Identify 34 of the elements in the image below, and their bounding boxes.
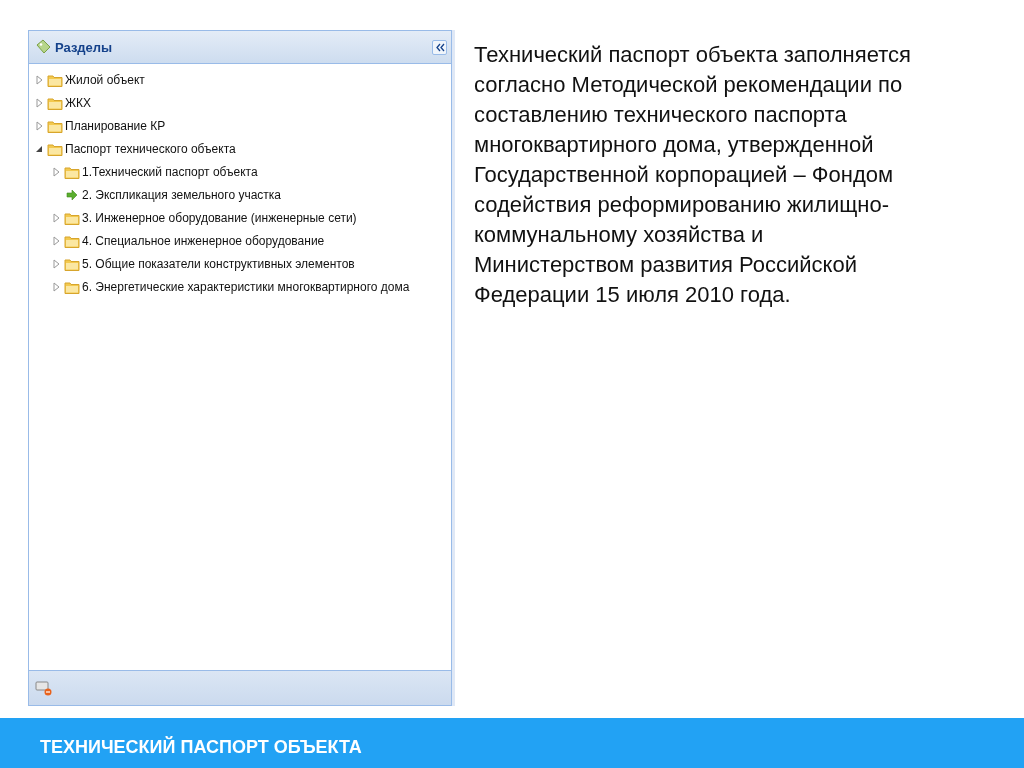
expand-toggle-icon[interactable] bbox=[33, 96, 45, 109]
tree-item[interactable]: Планирование КР bbox=[65, 118, 166, 133]
tree-item[interactable]: ЖКХ bbox=[65, 95, 92, 110]
arrow-icon bbox=[64, 187, 80, 202]
expand-toggle-icon[interactable] bbox=[50, 234, 62, 247]
expand-toggle-icon[interactable] bbox=[50, 280, 62, 293]
description-paragraph: Технический паспорт объекта заполняется согласно Методической рекомендации по составлению технического паспорта многоквартирного дома, утвержденной Государственной корпорацией – Фондом содействия реформированию жилищно-коммунальному хозяйства и Министерством развития Российской Федерации 15 июля 2010 года. bbox=[474, 41, 912, 309]
tree-item[interactable]: 4. Специальное инженерное оборудование bbox=[82, 233, 325, 248]
tree-item[interactable]: Жилой объект bbox=[65, 72, 145, 87]
folder-icon bbox=[64, 210, 80, 225]
monitor-remove-icon[interactable] bbox=[35, 680, 53, 696]
folder-icon bbox=[64, 256, 80, 271]
folder-icon bbox=[64, 279, 80, 294]
tree-item[interactable]: 5. Общие показатели конструктивных элементов bbox=[82, 256, 355, 271]
folder-icon bbox=[47, 141, 63, 156]
expand-toggle-icon[interactable] bbox=[33, 119, 45, 132]
expand-toggle-icon[interactable] bbox=[33, 73, 45, 86]
tag-icon bbox=[35, 39, 51, 55]
slide-title: ТЕХНИЧЕСКИЙ ПАСПОРТ ОБЪЕКТА bbox=[40, 736, 362, 758]
tree-item[interactable]: Паспорт технического объекта bbox=[65, 141, 236, 156]
expand-toggle-icon[interactable] bbox=[50, 165, 62, 178]
folder-icon bbox=[64, 164, 80, 179]
tree-item[interactable]: 1.Технический паспорт объекта bbox=[82, 164, 258, 179]
tree-item[interactable]: 2. Экспликация земельного участка bbox=[82, 187, 281, 202]
collapse-button[interactable] bbox=[432, 39, 447, 55]
expand-toggle-icon[interactable] bbox=[50, 211, 62, 224]
folder-icon bbox=[47, 118, 63, 133]
panel-title: Разделы bbox=[55, 39, 114, 55]
folder-icon bbox=[47, 72, 63, 87]
folder-icon bbox=[47, 95, 63, 110]
expand-toggle-icon[interactable] bbox=[50, 257, 62, 270]
folder-icon bbox=[64, 233, 80, 248]
tree-item[interactable]: 6. Энергетические характеристики многоквартирного дома bbox=[82, 279, 410, 294]
tree-item[interactable]: 3. Инженерное оборудование (инженерные сети) bbox=[82, 210, 357, 225]
